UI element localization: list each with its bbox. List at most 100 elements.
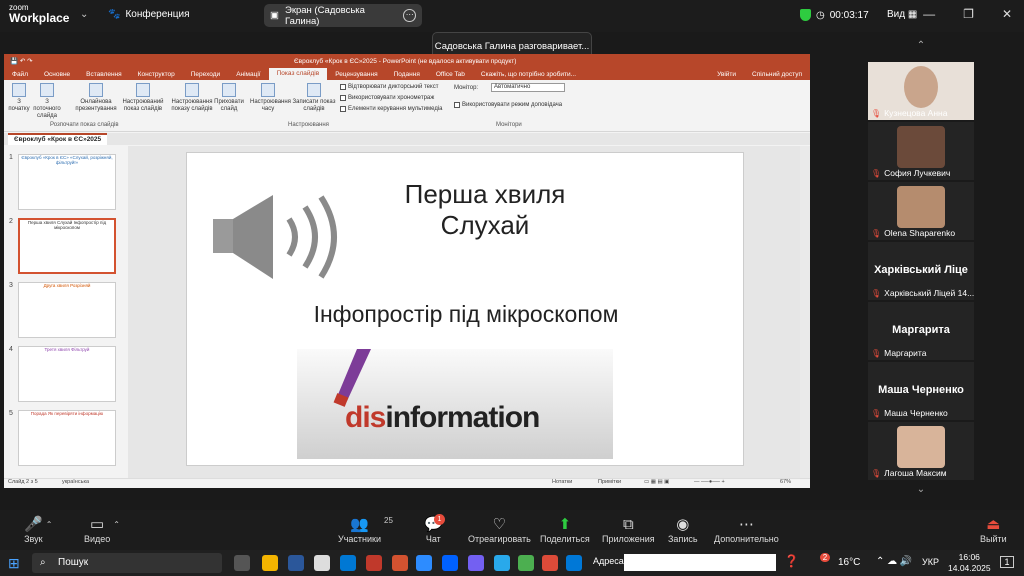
- online-present-button[interactable]: Онлайнова презентування: [74, 83, 118, 113]
- language-indicator[interactable]: УКР: [922, 557, 939, 567]
- tray-icons[interactable]: ⌃ ☁ 🔊: [876, 556, 912, 567]
- checkbox-presenter-view[interactable]: Використовувати режим доповідача: [454, 102, 562, 108]
- mic-muted-icon: 🎙: [871, 468, 882, 478]
- login-link[interactable]: Увійти: [709, 71, 744, 78]
- telegram-icon[interactable]: [494, 555, 510, 571]
- from-start-button[interactable]: З початку: [8, 83, 30, 113]
- participant-tile[interactable]: Харківський Ліце 🎙 Харківський Ліцей 14..…: [868, 242, 974, 300]
- tab-home[interactable]: Основне: [36, 71, 78, 78]
- app-icon[interactable]: [518, 555, 534, 571]
- pdf-icon[interactable]: [366, 555, 382, 571]
- powerpoint-icon[interactable]: [392, 555, 408, 571]
- apps-button[interactable]: ⧉ Приложения: [602, 516, 655, 544]
- participant-tile[interactable]: 🎙 Лагоша Максим: [868, 422, 974, 480]
- view-buttons-icon[interactable]: ▭ ▦ ▤ ▣: [644, 479, 669, 485]
- vertical-scrollbar[interactable]: [800, 146, 810, 478]
- tab-officetab[interactable]: Office Tab: [428, 71, 473, 78]
- tab-design[interactable]: Конструктор: [130, 71, 183, 78]
- save-icon[interactable]: 💾 ↶ ↷: [10, 57, 33, 65]
- tab-file[interactable]: Файл: [4, 71, 36, 78]
- checkbox-narration[interactable]: Відтворювати дикторський текст: [340, 84, 438, 90]
- setup-show-button[interactable]: Настроювання показу слайдів: [170, 83, 214, 113]
- record-icon: ◉: [676, 516, 690, 533]
- participants-button[interactable]: 👥 Участники 25: [338, 516, 393, 544]
- chrome-icon[interactable]: [542, 555, 558, 571]
- amazon-icon[interactable]: [314, 555, 330, 571]
- slide-thumbnail-2[interactable]: Перша хвиля Слухай Інфопростір під мікро…: [18, 218, 116, 274]
- zoom-app-icon[interactable]: [416, 555, 432, 571]
- dropbox-icon[interactable]: [442, 555, 458, 571]
- slide-thumbnail-4[interactable]: Третя хвиля Фільтруй: [18, 346, 116, 402]
- record-show-button[interactable]: Записати показ слайдів: [292, 83, 336, 113]
- word-icon[interactable]: [288, 555, 304, 571]
- slide-thumbnail-1[interactable]: Євроклуб «Крок в ЄС» «Слухай, розріжняй,…: [18, 154, 116, 210]
- participant-tile[interactable]: 🎙 Olena Shaparenko: [868, 182, 974, 240]
- rehearse-timings-button[interactable]: Настроювання часу: [250, 83, 291, 113]
- leave-button[interactable]: ⏏ Выйти: [980, 516, 1007, 544]
- taskbar-clock[interactable]: 16:06 14.04.2025: [948, 552, 991, 574]
- participant-tile[interactable]: Маша Черненко 🎙 Маша Черненко: [868, 362, 974, 420]
- from-current-button[interactable]: З поточного слайда: [32, 83, 62, 120]
- meeting-timer: ◷ 00:03:17: [800, 9, 869, 21]
- tell-me-input[interactable]: Скажіть, що потрібно зробити...: [473, 71, 584, 78]
- chevron-down-icon[interactable]: ⌄: [80, 9, 88, 20]
- checkbox-media-controls[interactable]: Елементи керування мультимедіа: [340, 106, 443, 112]
- outlook-icon[interactable]: [340, 555, 356, 571]
- notes-button[interactable]: Нотатки: [552, 479, 572, 485]
- tab-transitions[interactable]: Переходи: [183, 71, 228, 78]
- more-icon: ⋯: [738, 516, 754, 533]
- minimize-icon[interactable]: —: [923, 7, 935, 21]
- video-button[interactable]: ▭ Видео ⌃: [84, 516, 120, 544]
- tab-review[interactable]: Рецензування: [327, 71, 385, 78]
- participant-name: 🎙 Olena Shaparenko: [871, 228, 956, 238]
- participant-name: 🎙 Маргарита: [871, 348, 927, 358]
- thumb-number: 2: [9, 218, 13, 225]
- viber-icon[interactable]: [468, 555, 484, 571]
- chevron-up-icon[interactable]: ⌃: [113, 520, 120, 529]
- comments-button[interactable]: Примітки: [598, 479, 621, 485]
- chevron-up-icon[interactable]: ⌃: [46, 520, 53, 529]
- participant-tile[interactable]: Маргарита 🎙 Маргарита: [868, 302, 974, 360]
- task-view-icon[interactable]: [234, 555, 250, 571]
- participant-tile[interactable]: 🎙 София Лучкевич: [868, 122, 974, 180]
- slide-thumbnail-5[interactable]: Порада Як перевіряти інформацію: [18, 410, 116, 466]
- tab-slideshow[interactable]: Показ слайдів: [268, 68, 328, 80]
- chat-button[interactable]: 💬 1 Чат: [424, 514, 445, 544]
- conference-menu[interactable]: 🐾 Конференция: [108, 9, 190, 20]
- weather-temp[interactable]: 16°C: [838, 557, 860, 568]
- tab-animations[interactable]: Анімації: [228, 71, 268, 78]
- view-button[interactable]: Вид ▦: [887, 9, 917, 20]
- participant-tile[interactable]: 🎙 Кузнецова Анна: [868, 62, 974, 120]
- screen-share-pill[interactable]: ▣ Экран (Садовська Галина) ···: [264, 4, 422, 27]
- address-input[interactable]: [624, 554, 776, 571]
- tab-view[interactable]: Подання: [386, 71, 428, 78]
- react-button[interactable]: ♡ Отреагировать: [468, 516, 531, 544]
- file-explorer-icon[interactable]: [262, 555, 278, 571]
- notification-icon[interactable]: 1: [1000, 556, 1014, 568]
- hide-slide-button[interactable]: Приховати слайд: [214, 83, 244, 113]
- scroll-down-icon[interactable]: ⌄: [868, 484, 974, 500]
- more-button[interactable]: ⋯ Дополнительно: [714, 516, 779, 544]
- windows-start-icon[interactable]: ⊞: [8, 555, 20, 572]
- document-tab[interactable]: Євроклуб «Крок в ЄС»2025: [8, 133, 108, 145]
- monitor-select[interactable]: Автоматично: [491, 83, 565, 92]
- share-button[interactable]: ⬆ Поделиться: [540, 516, 590, 544]
- scroll-up-icon[interactable]: ⌃: [868, 40, 974, 56]
- edge-icon[interactable]: [566, 555, 582, 571]
- help-icon[interactable]: ❓: [784, 554, 799, 568]
- custom-show-button[interactable]: Настроюваний показ слайдів: [120, 83, 166, 113]
- maximize-icon[interactable]: ❐: [963, 7, 974, 21]
- taskbar-search[interactable]: ⌕ Пошук: [32, 553, 222, 573]
- checkbox-timings[interactable]: Використовувати хронометраж: [340, 95, 434, 101]
- slide-thumbnail-3[interactable]: Друга хвиля Розрізняй: [18, 282, 116, 338]
- mic-muted-icon: 🎙: [871, 408, 882, 418]
- share-link[interactable]: Спільний доступ: [744, 71, 810, 78]
- tab-insert[interactable]: Вставлення: [78, 71, 130, 78]
- more-options-icon[interactable]: ···: [403, 9, 416, 22]
- close-icon[interactable]: ✕: [1002, 7, 1012, 21]
- record-button[interactable]: ◉ Запись: [668, 516, 698, 544]
- mic-muted-icon: 🎙: [871, 288, 882, 298]
- zoom-slider[interactable]: — ──●── +: [694, 479, 725, 485]
- thumb-number: 1: [9, 154, 13, 161]
- audio-button[interactable]: 🎤 Звук ⌃: [24, 516, 52, 544]
